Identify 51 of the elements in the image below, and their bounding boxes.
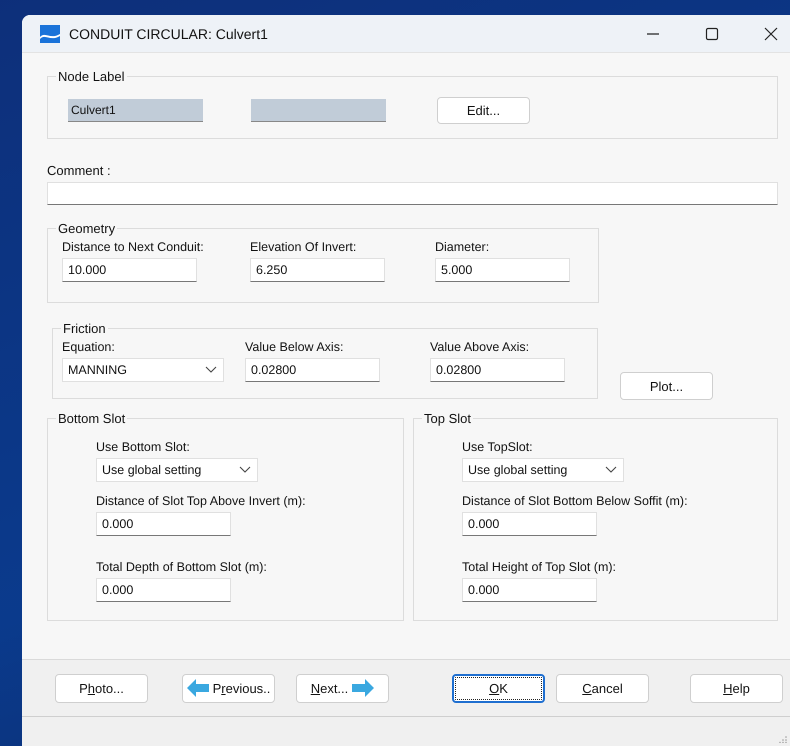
chevron-down-icon (239, 466, 251, 474)
field-label: Value Above Axis: (430, 340, 530, 354)
dialog-button[interactable]: Previous.. (182, 674, 275, 702)
node-label-field[interactable]: Culvert1 (68, 99, 203, 122)
number-field[interactable]: 5.000 (435, 258, 570, 282)
dialog-button[interactable]: Next... (296, 674, 389, 702)
left-arrow-icon (186, 679, 209, 697)
equation-dropdown[interactable]: MANNING (62, 358, 224, 382)
field-label: Use TopSlot: (462, 440, 533, 454)
group-label: Top Slot (423, 411, 472, 426)
dialog-button[interactable]: Help (690, 674, 783, 702)
dialog-button[interactable]: Cancel (556, 674, 649, 702)
number-field[interactable]: 0.02800 (430, 358, 565, 382)
slot-dropdown[interactable]: Use global setting (462, 458, 624, 482)
window-title: CONDUIT CIRCULAR: Culvert1 (69, 26, 268, 42)
comment-label: Comment : (47, 163, 112, 178)
maximize-icon[interactable] (705, 26, 719, 40)
field-label: Total Height of Top Slot (m): (462, 560, 616, 574)
number-field[interactable]: 6.250 (250, 258, 385, 282)
resize-grip-icon (779, 735, 787, 743)
field-label: Diameter: (435, 240, 490, 254)
slot-dropdown[interactable]: Use global setting (96, 458, 258, 482)
number-field[interactable]: 0.000 (96, 578, 231, 602)
field-label: Use Bottom Slot: (96, 440, 190, 454)
chevron-down-icon (205, 366, 217, 374)
close-icon[interactable] (764, 26, 778, 40)
dialog-button[interactable]: Photo... (55, 674, 148, 702)
right-arrow-icon (352, 679, 374, 697)
app-wave-icon (40, 24, 60, 42)
number-field[interactable]: 0.000 (462, 578, 598, 602)
group-label: Friction (62, 321, 107, 336)
field-label: Distance of Slot Bottom Below Soffit (m): (462, 494, 688, 508)
field-label: Equation: (62, 340, 116, 354)
edit-button[interactable]: Edit... (437, 97, 530, 124)
group-label: Bottom Slot (57, 411, 126, 426)
group-label: Geometry (57, 221, 116, 236)
field-label: Total Depth of Bottom Slot (m): (96, 560, 267, 574)
number-field[interactable]: 10.000 (62, 258, 197, 282)
field-label: Distance of Slot Top Above Invert (m): (96, 494, 306, 508)
comment-field[interactable] (47, 182, 778, 205)
number-field[interactable]: 0.000 (462, 512, 598, 536)
dialog-button[interactable]: OK (452, 674, 545, 702)
number-field[interactable]: 0.000 (96, 512, 231, 536)
field-label: Value Below Axis: (245, 340, 344, 354)
plot-button[interactable]: Plot... (620, 372, 713, 400)
field-label: Distance to Next Conduit: (62, 240, 205, 254)
node-label-field[interactable] (251, 99, 386, 122)
group-label: Node Label (57, 69, 126, 84)
field-label: Elevation Of Invert: (250, 240, 358, 254)
chevron-down-icon (605, 466, 618, 474)
number-field[interactable]: 0.02800 (245, 358, 380, 382)
